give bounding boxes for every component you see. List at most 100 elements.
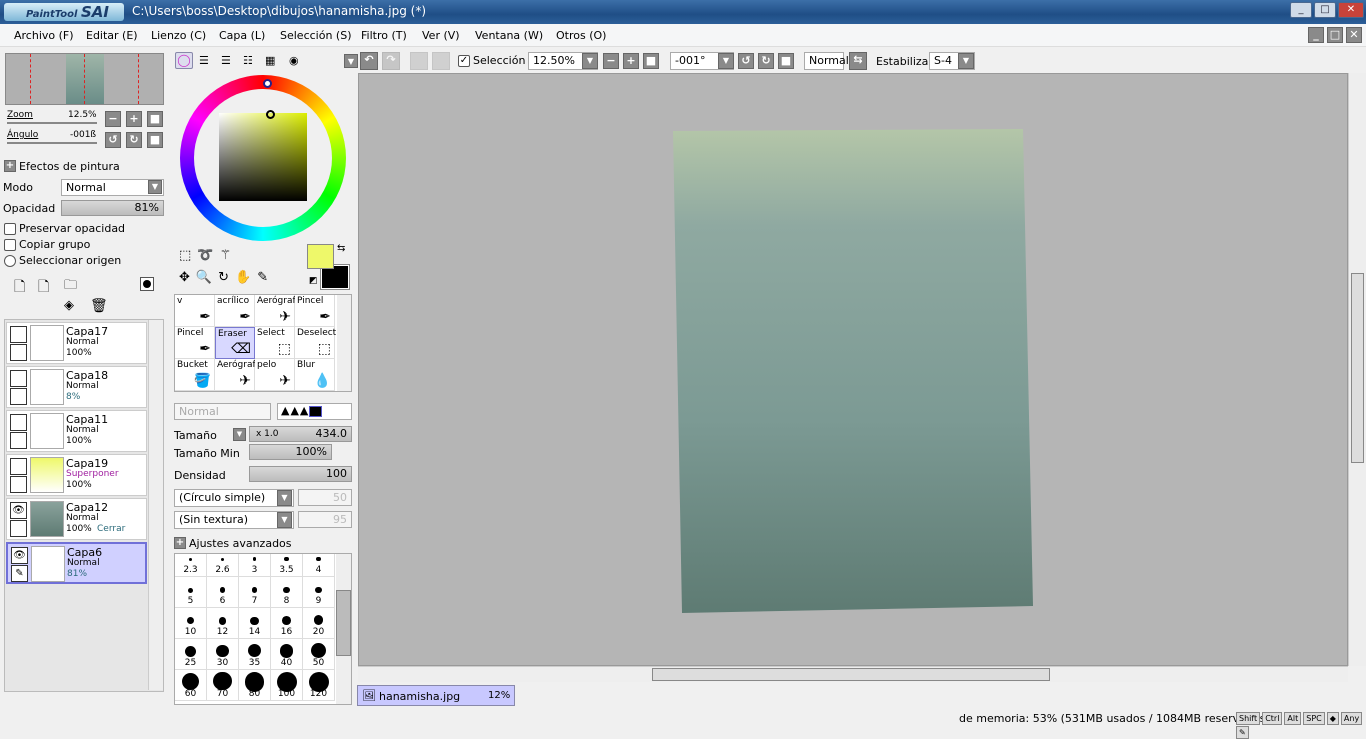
clear-layer-icon[interactable]: ◈ [64, 298, 74, 313]
layer-item[interactable]: Capa19 Superponer 100% [6, 454, 147, 496]
brush-size-preset[interactable]: 10 [175, 608, 207, 639]
brush-slot[interactable]: Pincel ✒ [295, 295, 335, 327]
brush-size-preset[interactable]: 25 [175, 639, 207, 670]
zoom-slider[interactable] [7, 122, 97, 124]
lasso-icon[interactable]: ➰ [197, 248, 219, 263]
new-layer-icon[interactable]: 🗋 [14, 276, 25, 300]
size-multiplier-dropdown[interactable]: ▼ [233, 428, 246, 441]
hsv-slider-tab-icon[interactable]: ☰ [221, 54, 231, 67]
rotate-left-button[interactable]: ↺ [105, 132, 121, 148]
brush-icon[interactable]: ✎ [11, 565, 28, 582]
chevron-down-icon[interactable]: ▼ [958, 53, 974, 69]
brush-slot[interactable]: Pincel ✒ [175, 327, 215, 359]
color-wheel-tab-icon[interactable]: ◯ [175, 52, 193, 69]
selection-checkbox[interactable]: ✓ Selección [458, 54, 525, 67]
brush-shape-selector[interactable]: ▲▲▲ [277, 403, 352, 420]
chevron-down-icon[interactable]: ▼ [277, 490, 292, 506]
brush-size-preset[interactable]: 2.3 [175, 554, 207, 577]
angle-slider[interactable] [7, 142, 97, 144]
brush-size-preset[interactable]: 50 [303, 639, 335, 670]
brush-scrollbar[interactable] [337, 295, 351, 391]
doc-close-button[interactable]: ✕ [1346, 27, 1362, 43]
copy-group-checkbox[interactable]: Copiar grupo [4, 238, 90, 251]
rotate-reset-button[interactable]: ■ [778, 53, 794, 69]
rotate-icon[interactable]: ↻ [218, 270, 235, 285]
horizontal-scrollbar[interactable] [358, 666, 1348, 682]
brush-slot[interactable]: Deselect ⬚ [295, 327, 336, 359]
saturation-value-square[interactable] [219, 113, 307, 201]
layer-scrollbar[interactable] [148, 320, 163, 690]
brush-size-preset[interactable]: 60 [175, 670, 207, 701]
deselect-button[interactable] [410, 52, 428, 70]
lock-toggle[interactable] [10, 344, 27, 361]
brush-slot[interactable]: Aerógraf ✈ [255, 295, 296, 327]
menu-filtro[interactable]: Filtro (T) [361, 29, 407, 42]
menu-otros[interactable]: Otros (O) [556, 29, 606, 42]
zoom-in-button[interactable]: + [623, 53, 639, 69]
brush-size-preset[interactable]: 8 [271, 577, 303, 608]
chevron-down-icon[interactable]: ▼ [148, 180, 162, 194]
brush-size-preset[interactable]: 20 [303, 608, 335, 639]
menu-ventana[interactable]: Ventana (W) [475, 29, 543, 42]
zoom-reset-button[interactable]: ■ [147, 111, 163, 127]
chevron-down-icon[interactable]: ▼ [582, 53, 598, 69]
minimize-button[interactable]: _ [1290, 2, 1312, 18]
trash-icon[interactable]: 🗑 [90, 298, 108, 314]
view-blend-button[interactable]: Normal [804, 52, 849, 70]
brush-slot[interactable]: pelo ✈ [255, 359, 295, 391]
brush-slot[interactable]: v ✒ [175, 295, 215, 327]
close-button[interactable]: ✕ [1338, 2, 1364, 18]
brush-size-preset[interactable]: 40 [271, 639, 303, 670]
expand-icon[interactable]: + [174, 537, 186, 549]
density-slider[interactable]: 100 [249, 466, 352, 482]
lock-toggle[interactable] [10, 432, 27, 449]
menu-editar[interactable]: Editar (E) [86, 29, 138, 42]
layer-item[interactable]: Capa18 Normal 8% [6, 366, 147, 408]
zoom-out-button[interactable]: − [603, 53, 619, 69]
chevron-down-icon[interactable]: ▼ [277, 512, 292, 528]
swap-colors-icon[interactable]: ⇆ [337, 243, 345, 254]
brush-slot[interactable]: Aerógraf ✈ [215, 359, 256, 391]
brush-slot[interactable]: Blur 💧 [295, 359, 335, 391]
rotate-reset-button[interactable]: ■ [147, 132, 163, 148]
menu-capa[interactable]: Capa (L) [219, 29, 265, 42]
menu-ver[interactable]: Ver (V) [422, 29, 460, 42]
magic-wand-icon[interactable]: ⚚ [219, 248, 237, 263]
brush-size-preset[interactable]: 2.6 [207, 554, 239, 577]
canvas-area[interactable] [358, 73, 1348, 666]
rotate-right-button[interactable]: ↻ [126, 132, 142, 148]
invert-selection-button[interactable] [432, 52, 450, 70]
brush-size-preset[interactable]: 80 [239, 670, 271, 701]
flip-horizontal-button[interactable]: ⇆ [849, 52, 867, 70]
lock-toggle[interactable] [10, 388, 27, 405]
lock-toggle[interactable] [10, 476, 27, 493]
panel-menu-icon[interactable]: ▼ [344, 54, 358, 68]
visibility-toggle[interactable] [10, 458, 27, 475]
brush-size-preset[interactable]: 6 [207, 577, 239, 608]
brush-size-preset[interactable]: 30 [207, 639, 239, 670]
navigator-preview[interactable] [5, 53, 164, 105]
transparent-color-icon[interactable]: ◩ [309, 276, 318, 286]
swatches-tab-icon[interactable]: ▦ [265, 54, 275, 67]
menu-archivo[interactable]: Archivo (F) [14, 29, 74, 42]
color-wheel[interactable] [180, 75, 346, 241]
layer-item[interactable]: Capa17 Normal 100% [6, 322, 147, 364]
advanced-settings-label[interactable]: Ajustes avanzados [189, 537, 292, 550]
size-slider[interactable]: x 1.0 434.0 [249, 426, 352, 442]
expand-icon[interactable]: + [4, 160, 16, 172]
primary-color-swatch[interactable] [307, 244, 334, 269]
rect-select-icon[interactable]: ⬚ [179, 248, 197, 263]
paint-effects-label[interactable]: Efectos de pintura [19, 160, 120, 173]
menu-lienzo[interactable]: Lienzo (C) [151, 29, 206, 42]
brush-slot[interactable]: Eraser ⌫ [215, 327, 255, 359]
brush-shape-select[interactable]: (Círculo simple) [174, 489, 294, 507]
brush-size-preset[interactable]: 14 [239, 608, 271, 639]
new-folder-icon[interactable]: 🗀 [64, 276, 77, 298]
brush-texture-strength[interactable]: 95 [298, 511, 352, 528]
brush-size-preset[interactable]: 5 [175, 577, 207, 608]
select-origin-radio[interactable]: Seleccionar origen [4, 254, 121, 267]
mask-icon[interactable] [140, 277, 154, 291]
brush-texture-select[interactable]: (Sin textura) [174, 511, 294, 529]
color-mixer-tab-icon[interactable]: ☷ [243, 54, 253, 67]
rotate-right-button[interactable]: ↻ [758, 53, 774, 69]
